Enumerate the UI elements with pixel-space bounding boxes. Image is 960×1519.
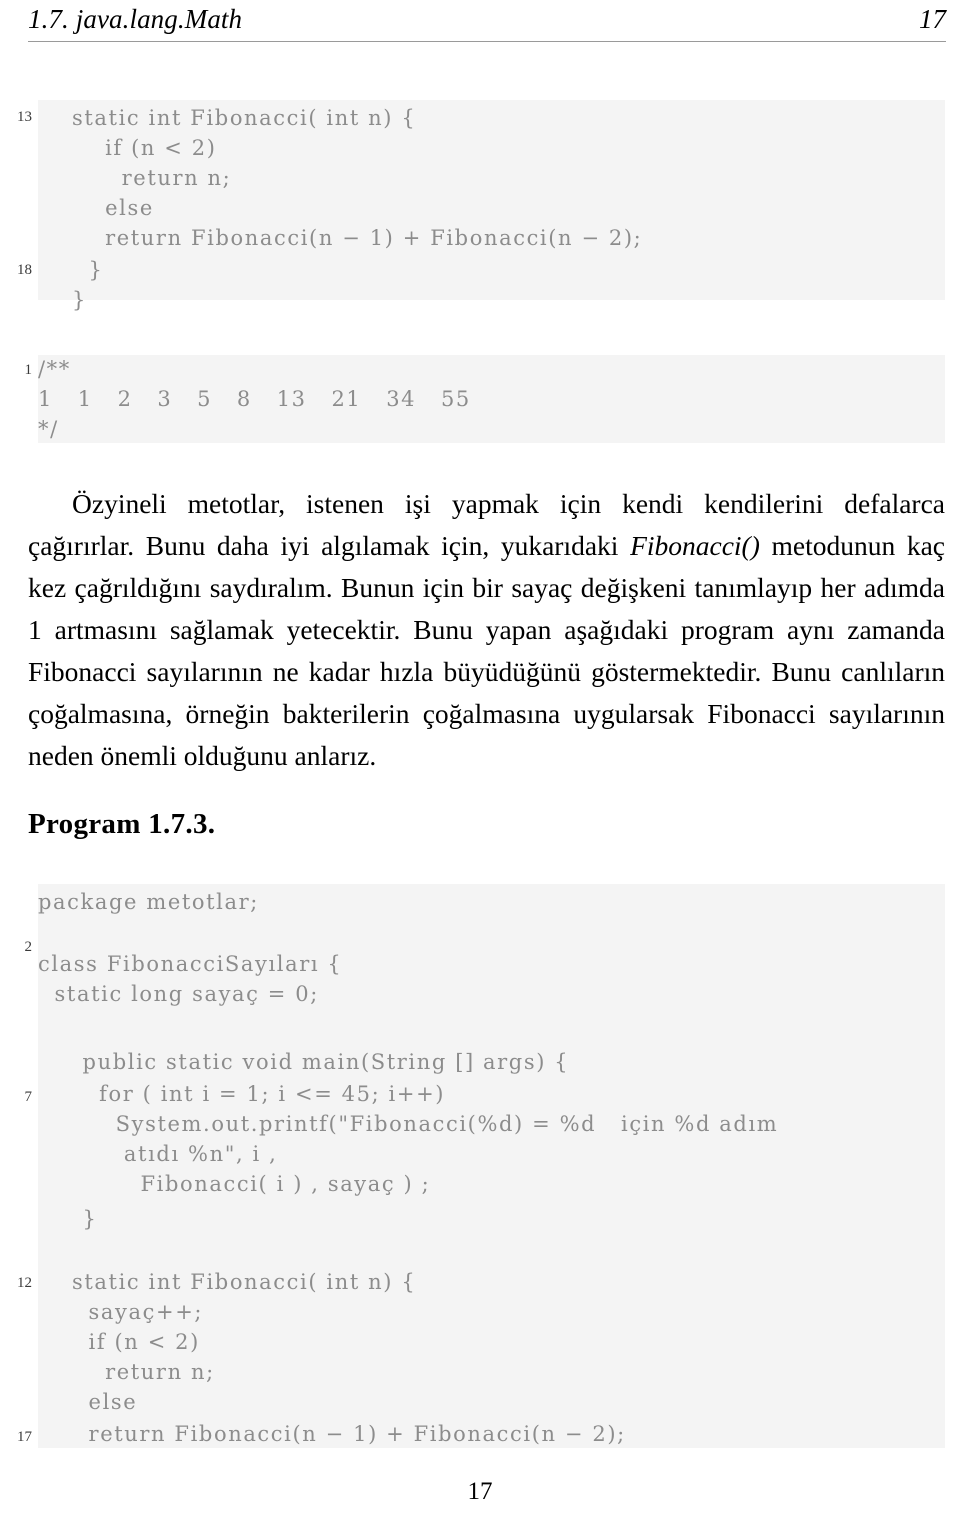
code-line: } (72, 288, 87, 312)
code-line: else (72, 196, 154, 220)
code-line: if (n < 2) (72, 136, 217, 160)
code-line: static int Fibonacci( int n) { (72, 106, 417, 130)
code-line: } (66, 1207, 98, 1231)
paragraph-text-part-2: metodunun kaç kez çağrıldığını saydıralı… (28, 530, 945, 771)
line-number: 18 (17, 262, 32, 278)
code-block-2: /** 1 1 2 3 5 8 13 21 34 55 */ (38, 355, 945, 443)
code-block-1: static int Fibonacci( int n) { if (n < 2… (38, 100, 945, 311)
code-line: System.out.printf("Fibonacci(%d) = %d iç… (66, 1112, 779, 1136)
code-line: /** (38, 357, 71, 381)
code-line: static long sayaç = 0; (38, 982, 319, 1006)
paragraph-inline-code-fibonacci: Fibonacci() (630, 530, 760, 561)
code-block-3: package metotlar; class FibonacciSayılar… (38, 884, 945, 1448)
code-line: */ (38, 417, 59, 441)
line-number: 2 (24, 939, 33, 955)
code-line: package metotlar; (38, 890, 259, 914)
footer-page-number: 17 (467, 1478, 493, 1505)
code-line: Fibonacci( i ) , sayaç ) ; (66, 1172, 431, 1196)
code-line: return Fibonacci(n − 1) + Fibonacci(n − … (72, 1422, 626, 1446)
code-line: sayaç++; (72, 1300, 204, 1324)
line-number: 17 (17, 1429, 32, 1445)
line-number: 12 (17, 1275, 32, 1291)
line-number: 1 (24, 362, 33, 378)
page-header: 1.7. java.lang.Math 17 (28, 4, 946, 42)
header-page-number: 17 (919, 4, 946, 34)
code-line: return Fibonacci(n − 1) + Fibonacci(n − … (72, 226, 643, 250)
code-line: for ( int i = 1; i <= 45; i++) (66, 1082, 446, 1106)
code-line: if (n < 2) (72, 1330, 200, 1354)
header-divider (28, 41, 946, 42)
code-line: return n; (72, 166, 232, 190)
line-number: 13 (17, 109, 32, 125)
code-line: class FibonacciSayıları { (38, 952, 343, 976)
code-line: atıdı %n", i , (66, 1142, 278, 1166)
code-line: static int Fibonacci( int n) { (72, 1270, 417, 1294)
code-line: else (72, 1390, 138, 1414)
line-number: 7 (24, 1089, 33, 1105)
code-line: return n; (72, 1360, 215, 1384)
body-paragraph: Özyineli metotlar, istenen işi yapmak iç… (28, 483, 945, 777)
code-line-fibonacci-sequence: 1 1 2 3 5 8 13 21 34 55 (38, 387, 471, 411)
code-line: } (72, 258, 104, 282)
program-heading: Program 1.7.3. (28, 808, 216, 840)
document-page: 1.7. java.lang.Math 17 13 18 static int … (0, 0, 960, 1519)
header-section-title: 1.7. java.lang.Math (28, 4, 243, 34)
code-line: public static void main(String [] args) … (66, 1050, 570, 1074)
